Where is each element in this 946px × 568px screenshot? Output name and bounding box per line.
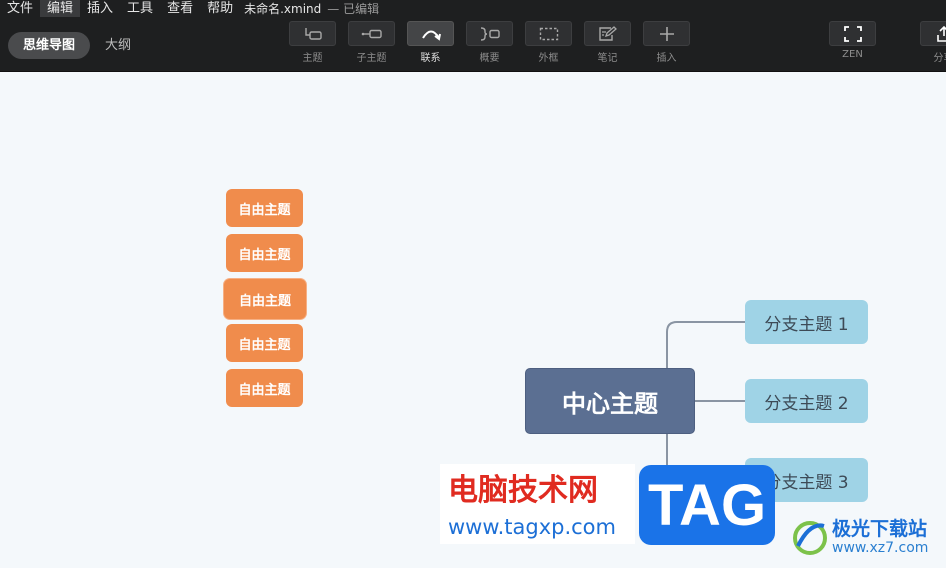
share-tool[interactable]: 分享 bbox=[920, 21, 946, 64]
share-button[interactable] bbox=[920, 21, 946, 46]
relationship-label: 联系 bbox=[420, 53, 441, 64]
fullscreen-icon bbox=[843, 25, 862, 42]
zen-button[interactable] bbox=[829, 21, 876, 46]
watermark-site-name: 电脑技术网 bbox=[440, 464, 635, 510]
note-tool[interactable]: 笔记 bbox=[584, 21, 631, 64]
central-topic[interactable]: 中心主题 bbox=[525, 368, 695, 434]
menu-view[interactable]: 查看 bbox=[160, 0, 200, 17]
aurora-logo-icon bbox=[793, 521, 827, 555]
floating-topic-selected[interactable]: 自由主题 bbox=[224, 279, 306, 319]
tab-mind-map[interactable]: 思维导图 bbox=[8, 32, 91, 59]
floating-topic[interactable]: 自由主题 bbox=[226, 234, 303, 272]
menu-edit[interactable]: 编辑 bbox=[40, 0, 81, 17]
watermark-download-site: 极光下载站 www.xz7.com bbox=[790, 512, 946, 568]
floating-topic[interactable]: 自由主题 bbox=[226, 369, 303, 407]
subtopic-tool[interactable]: 子主题 bbox=[348, 21, 395, 64]
subtopic-label: 子主题 bbox=[356, 53, 387, 64]
subtopic-button[interactable] bbox=[348, 21, 395, 46]
menu-insert[interactable]: 插入 bbox=[80, 0, 120, 17]
topic-tool[interactable]: 主题 bbox=[289, 21, 336, 64]
relationship-tool[interactable]: 联系 bbox=[407, 21, 454, 64]
watermark-site-url: www.tagxp.com bbox=[440, 510, 635, 544]
watermark-site2-url: www.xz7.com bbox=[832, 540, 929, 556]
menu-tools[interactable]: 工具 bbox=[120, 0, 160, 17]
watermark-site2-name: 极光下载站 bbox=[832, 518, 928, 540]
document-title: 未命名.xmind bbox=[244, 2, 322, 16]
branch-topic-1[interactable]: 分支主题 1 bbox=[745, 300, 868, 344]
floating-topic[interactable]: 自由主题 bbox=[226, 324, 303, 362]
note-pencil-icon bbox=[598, 25, 617, 41]
relationship-arrow-icon bbox=[421, 30, 441, 41]
summary-label: 概要 bbox=[479, 53, 500, 64]
relationship-button[interactable] bbox=[407, 21, 454, 46]
topic-label: 主题 bbox=[302, 53, 323, 64]
tab-outline[interactable]: 大纲 bbox=[90, 32, 146, 59]
boundary-button[interactable] bbox=[525, 21, 572, 46]
menu-help[interactable]: 帮助 bbox=[200, 0, 240, 17]
branch-topic-2[interactable]: 分支主题 2 bbox=[745, 379, 868, 423]
insert-button[interactable] bbox=[643, 21, 690, 46]
plus-icon bbox=[659, 26, 674, 41]
toolbar: 思维导图 大纲 主题 子主题 联系 概要 外框 笔记 插入 ZEN 分 bbox=[0, 17, 946, 72]
topic-button[interactable] bbox=[289, 21, 336, 46]
insert-tool[interactable]: 插入 bbox=[643, 21, 690, 64]
watermark-tag-logo: TAG bbox=[639, 465, 775, 545]
insert-label: 插入 bbox=[656, 53, 677, 64]
zen-label: ZEN bbox=[842, 49, 863, 60]
boundary-tool[interactable]: 外框 bbox=[525, 21, 572, 64]
summary-bracket-icon bbox=[480, 26, 500, 41]
summary-button[interactable] bbox=[466, 21, 513, 46]
boundary-label: 外框 bbox=[538, 53, 559, 64]
note-button[interactable] bbox=[584, 21, 631, 46]
share-icon bbox=[936, 25, 946, 42]
menu-file[interactable]: 文件 bbox=[0, 0, 40, 17]
menu-bar: 文件 编辑 插入 工具 查看 帮助 未命名.xmind — 已编辑 bbox=[0, 0, 946, 17]
view-switch: 思维导图 大纲 bbox=[8, 32, 146, 59]
share-label: 分享 bbox=[933, 53, 946, 64]
summary-tool[interactable]: 概要 bbox=[466, 21, 513, 64]
zen-tool[interactable]: ZEN bbox=[829, 21, 876, 60]
boundary-dashed-icon bbox=[539, 27, 558, 40]
subtopic-icon bbox=[361, 29, 382, 38]
mind-map-canvas[interactable]: 自由主题 自由主题 自由主题 自由主题 自由主题 中心主题 分支主题 1 分支主… bbox=[0, 72, 946, 568]
document-status: — 已编辑 bbox=[327, 2, 380, 16]
floating-topic[interactable]: 自由主题 bbox=[226, 189, 303, 227]
note-label: 笔记 bbox=[597, 53, 618, 64]
topic-icon bbox=[304, 27, 322, 40]
